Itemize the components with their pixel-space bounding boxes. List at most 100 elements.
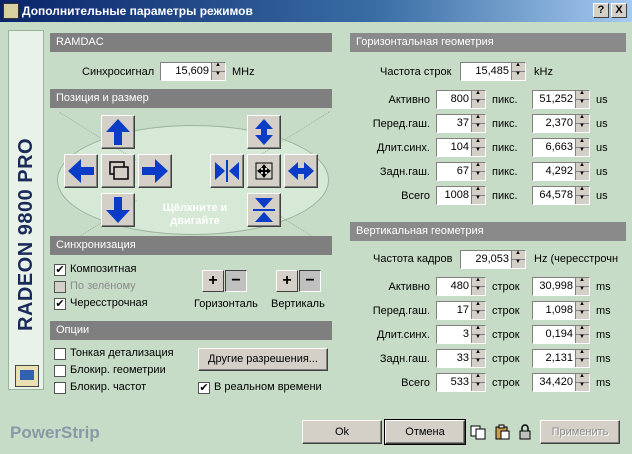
hgeom-header: Горизонтальная геометрия [350,33,626,52]
interlaced-label: Чересстрочная [70,297,148,309]
move-right-button[interactable] [138,154,172,188]
window-title: Дополнительные параметры режимов [22,4,253,18]
v-value-spinner[interactable]: 480 [436,277,486,296]
v-value-spinner[interactable]: 17 [436,301,486,320]
v-time-unit: ms [596,377,611,389]
v-row-unit: строк [492,281,520,293]
h-value-spinner[interactable]: 37 [436,114,486,133]
h-time-spinner[interactable]: 51,252 [532,90,590,109]
paste-icon[interactable] [494,424,510,440]
horizontal-label: Горизонталь [194,298,258,310]
v-time-spinner[interactable]: 30,998 [532,277,590,296]
interlaced-checkbox[interactable]: ✔ [54,298,66,310]
v-time-spinner[interactable]: 0,194 [532,325,590,344]
vfreq-spinner[interactable]: 29,053 [460,250,526,269]
arrow-down-icon [106,197,130,223]
h-sync-minus-button[interactable]: − [225,270,247,292]
v-value-spinner[interactable]: 33 [436,349,486,368]
v-time-unit: ms [596,281,611,293]
cancel-button[interactable]: Отмена [384,419,466,445]
h-row-unit: пикс. [492,118,518,130]
arrow-up-icon [106,119,130,145]
ok-button[interactable]: Ok [302,420,382,444]
sync-label: Синхросигнал [82,66,155,78]
h-row-unit: пикс. [492,94,518,106]
h-value-spinner[interactable]: 1008 [436,186,486,205]
v-time-spinner[interactable]: 34,420 [532,373,590,392]
fine-checkbox[interactable] [54,348,66,360]
expand-horizontal-icon [288,162,314,180]
width-shrink-button[interactable] [210,154,244,188]
realtime-checkbox[interactable]: ✔ [198,382,210,394]
h-time-spinner[interactable]: 4,292 [532,162,590,181]
move-up-button[interactable] [101,115,135,149]
h-sync-plus-button[interactable]: + [202,270,224,292]
h-row-label: Всего [401,190,430,202]
hfreq-spinner[interactable]: 15,485 [460,62,526,81]
h-time-unit: us [596,142,608,154]
h-row-unit: пикс. [492,166,518,178]
brand-logo: PowerStrip [10,423,100,442]
v-row-label: Задн.гаш. [379,353,430,365]
options-header: Опции [50,321,332,340]
lock-icon[interactable] [517,424,533,440]
composite-checkbox[interactable]: ✔ [54,264,66,276]
click-hint: Щёлкните и двигайте [162,202,228,227]
height-expand-button[interactable] [247,115,281,149]
h-time-unit: us [596,94,608,106]
position-header: Позиция и размер [50,89,332,108]
move-left-button[interactable] [64,154,98,188]
v-time-spinner[interactable]: 1,098 [532,301,590,320]
center-button[interactable] [101,154,135,188]
hfreq-label: Частота строк [380,66,452,78]
app-icon [3,3,19,19]
h-time-spinner[interactable]: 6,663 [532,138,590,157]
v-time-unit: ms [596,329,611,341]
vgeom-header: Вертикальная геометрия [350,222,626,241]
h-value-spinner[interactable]: 67 [436,162,486,181]
h-row-label: Длит.синх. [376,142,430,154]
monitor-icon [15,365,39,387]
lock-freq-checkbox[interactable] [54,382,66,394]
lock-geometry-checkbox[interactable] [54,365,66,377]
v-row-unit: строк [492,377,520,389]
vfreq-unit: Hz (чересстрочн [534,253,619,265]
copy-icon[interactable] [470,424,486,440]
v-value-spinner[interactable]: 533 [436,373,486,392]
sync-header: Синхронизация [50,236,332,255]
v-sync-minus-button[interactable]: − [299,270,321,292]
apply-button[interactable]: Применить [540,420,620,444]
close-button[interactable]: X [611,3,627,18]
green-checkbox[interactable] [54,281,66,293]
move-down-button[interactable] [101,193,135,227]
size-center-button[interactable] [247,154,281,188]
v-row-label: Всего [401,377,430,389]
h-value-spinner[interactable]: 104 [436,138,486,157]
v-sync-plus-button[interactable]: + [276,270,298,292]
v-time-unit: ms [596,353,611,365]
arrow-right-icon [142,159,168,183]
h-row-unit: пикс. [492,190,518,202]
help-button[interactable]: ? [593,3,609,18]
h-value-spinner[interactable]: 800 [436,90,486,109]
h-time-spinner[interactable]: 64,578 [532,186,590,205]
width-expand-button[interactable] [284,154,318,188]
v-time-spinner[interactable]: 2,131 [532,349,590,368]
v-row-label: Активно [388,281,431,293]
v-value-spinner[interactable]: 3 [436,325,486,344]
sync-spinner[interactable]: 15,609 [160,62,226,81]
h-row-label: Задн.гаш. [379,166,430,178]
h-time-unit: us [596,190,608,202]
vfreq-label: Частота кадров [373,253,453,265]
v-row-label: Длит.синх. [376,329,430,341]
title-bar[interactable]: Дополнительные параметры режимов ? X [0,0,632,22]
v-time-unit: ms [596,305,611,317]
composite-label: Композитная [70,263,137,275]
expand-vertical-icon [255,119,273,145]
other-resolutions-button[interactable]: Другие разрешения... [198,348,328,371]
h-time-unit: us [596,118,608,130]
h-time-spinner[interactable]: 2,370 [532,114,590,133]
v-row-label: Перед.гаш. [372,305,430,317]
height-shrink-button[interactable] [247,193,281,227]
h-row-unit: пикс. [492,142,518,154]
